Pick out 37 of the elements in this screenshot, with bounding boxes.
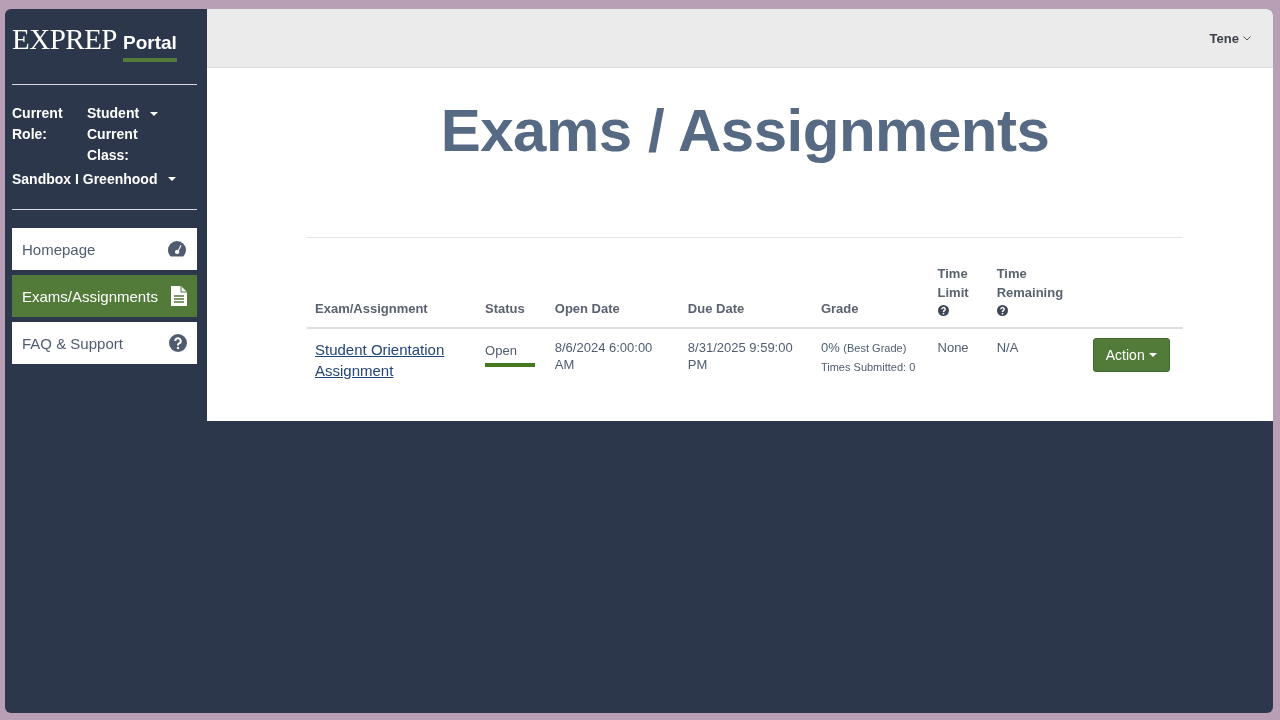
page-title: Exams / Assignments [439,96,1051,165]
submission-count: Times Submitted: 0 [820,361,917,373]
document-icon [171,286,187,306]
help-icon[interactable] [937,305,949,316]
column-header: Time Limit [937,264,978,318]
action-button[interactable]: Action [1092,338,1170,372]
logo-product: Portal [123,32,177,62]
logo-brand: EXPREP [12,23,117,56]
column-header: Time Remaining [996,264,1072,318]
user-menu[interactable]: Tene [1203,29,1257,47]
class-label: Current Class: [87,125,139,165]
status-text: Open [485,343,517,358]
chevron-icon [1243,35,1251,41]
role-label: Current Role: [12,104,64,144]
table-cell-text: 8/31/2025 9:59:00 PM [687,339,794,373]
gauge-icon [167,240,187,258]
assignment-link[interactable]: Student Orientation Assignment [315,339,460,381]
nav-item[interactable]: Exams/Assignments [12,275,197,317]
table-cell: None [937,339,969,356]
caret-icon [1148,353,1157,357]
role-dropdown[interactable]: Student [87,103,162,124]
status-bar [485,363,536,367]
nav-item[interactable]: FAQ & Support [12,322,197,364]
help-icon[interactable] [996,305,1008,316]
table-cell-text: 8/6/2024 6:00:00 AM [554,339,654,373]
nav-item[interactable]: Homepage [12,228,197,270]
column-header: Due Date [687,300,746,318]
caret-icon [150,111,159,116]
class-dropdown[interactable]: Sandbox I Greenhood [12,171,177,187]
column-header: Open Date [554,300,621,318]
table-cell: N/A [996,339,1019,356]
column-header: Status [485,300,526,318]
help-icon [169,334,187,352]
column-header: Grade [820,300,860,318]
grade-text: 0% (Best Grade) [820,339,907,357]
caret-icon [168,177,177,181]
column-header: Exam/Assignment [315,300,429,318]
